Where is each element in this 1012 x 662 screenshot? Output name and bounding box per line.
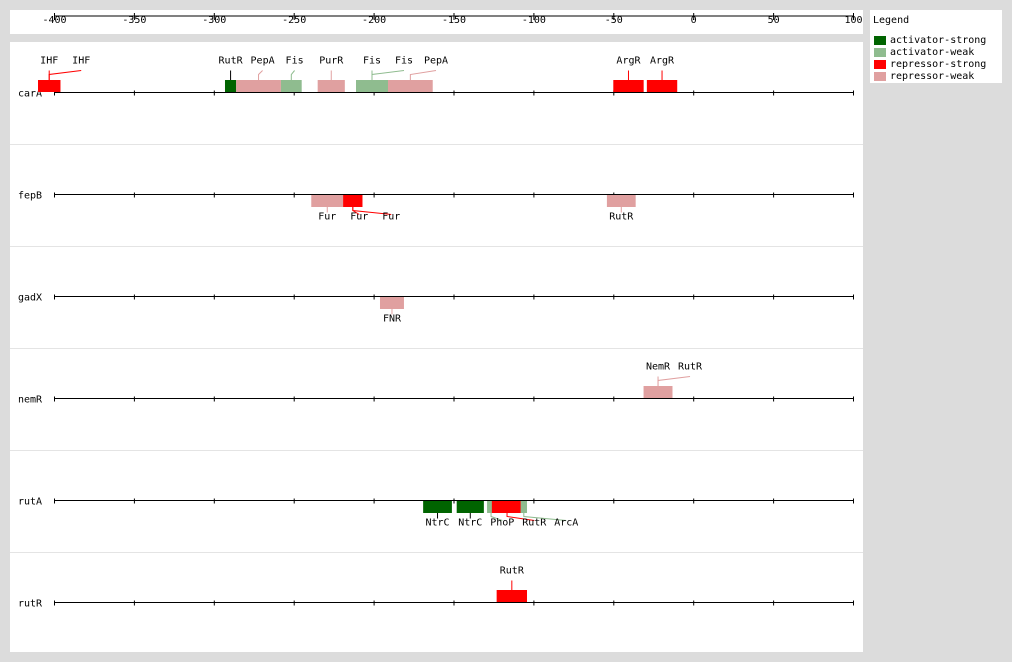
binding-site-box [38,80,61,92]
binding-site-box [317,80,345,92]
binding-site-label: PepA [251,56,275,67]
binding-site-box [387,80,433,92]
binding-site-label: RutR [219,56,244,67]
binding-site-label: PurR [319,56,344,67]
binding-site-label: Fis [286,56,304,67]
binding-site-box [606,195,636,207]
binding-site-box [236,80,281,92]
binding-site-box [379,297,404,309]
binding-site-connector [657,376,691,386]
binding-site-box [491,501,523,513]
top-axis-tick-label: -250 [282,15,306,26]
binding-site-box [224,80,237,92]
gene-label: fepB [18,191,42,202]
binding-site-label: RutR [609,212,634,223]
binding-site-connector [290,70,295,80]
gene-label: nemR [18,395,43,406]
gene-label: rutA [18,497,42,508]
binding-site-box [613,80,644,92]
binding-site-box [456,501,484,513]
binding-site-connector [371,70,405,80]
top-axis-tick-label: -150 [442,15,466,26]
binding-site-box [343,195,363,207]
binding-site-box [520,501,528,513]
binding-site-label: PepA [424,56,448,67]
binding-site-box [311,195,344,207]
binding-site-box [280,80,302,92]
binding-site-connector [48,70,82,80]
binding-site-connector [258,70,263,80]
top-axis-tick-label: -350 [122,15,146,26]
binding-site-box [643,386,673,398]
binding-site-box [356,80,388,92]
top-axis-tick-label: 0 [691,15,697,26]
gene-label: rutR [18,599,43,610]
binding-site-box [496,590,528,602]
binding-site-label: RutR [522,518,547,529]
binding-site-label: PhoP [490,518,514,529]
binding-site-label: IHF [40,56,58,67]
binding-site-label: Fis [395,56,413,67]
binding-site-box [423,501,452,513]
binding-site-label: NtrC [458,518,482,529]
binding-site-label: Fis [363,56,381,67]
binding-site-label: Fur [350,212,368,223]
gene-label: gadX [18,293,42,304]
binding-site-label: NemR [646,362,671,373]
top-axis-tick-label: -300 [202,15,226,26]
binding-site-label: NtrC [425,518,449,529]
binding-site-label: ArgR [616,56,641,67]
top-axis-tick-label: -200 [362,15,386,26]
binding-site-label: FNR [383,314,402,325]
binding-site-label: ArcA [554,518,578,529]
binding-site-label: IHF [72,56,90,67]
binding-site-box [646,80,678,92]
top-axis-tick-label: -400 [42,15,66,26]
binding-site-label: RutR [500,566,525,577]
top-axis-tick-label: 100 [844,15,862,26]
binding-site-label: RutR [678,362,703,373]
top-axis-tick-label: 50 [768,15,780,26]
binding-site-connector [409,70,437,80]
regulatory-sites-diagram: -400 -350 -300 -250 -200 -150 -100 -50 0 50 100car… [10,13,863,610]
top-axis-tick-label: -50 [605,15,623,26]
top-axis-tick-label: -100 [522,15,546,26]
binding-site-label: Fur [318,212,336,223]
binding-site-label: ArgR [650,56,675,67]
binding-site-label: Fur [382,212,400,223]
